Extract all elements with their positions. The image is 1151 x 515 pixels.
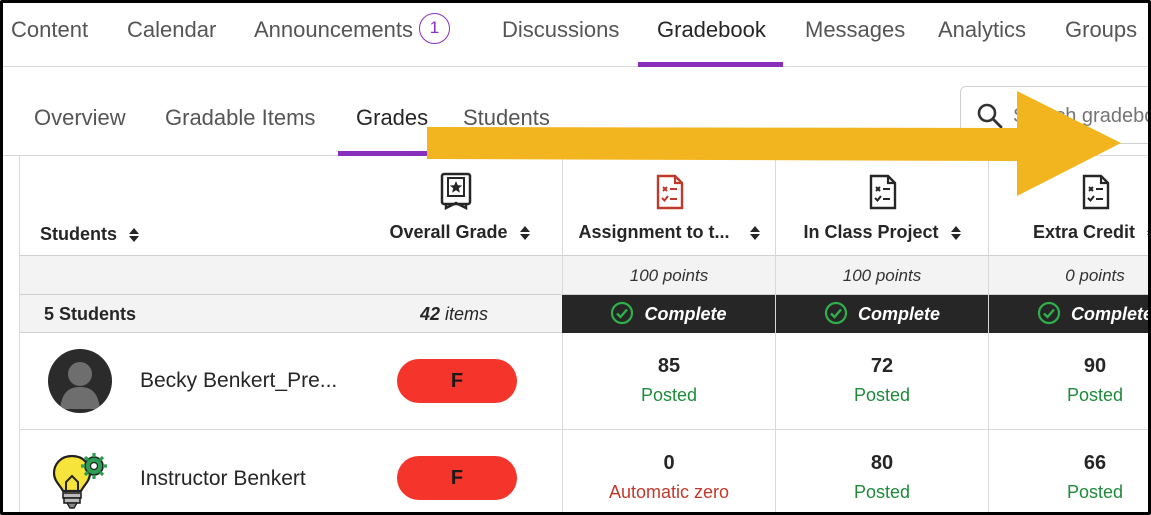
sort-icon xyxy=(749,226,760,241)
table-row: Becky Benkert_Pre... F 85 Posted 72 Post… xyxy=(20,333,1148,430)
points-in-class-project: 100 points xyxy=(775,256,988,295)
students-header-label: Students xyxy=(40,224,118,244)
tab-calendar[interactable]: Calendar xyxy=(127,3,216,67)
status-in-class-project[interactable]: Complete xyxy=(775,295,988,333)
annotation-arrow xyxy=(427,91,1121,196)
status-extra-credit[interactable]: Complete xyxy=(988,295,1151,333)
tab-groups[interactable]: Groups xyxy=(1065,3,1137,67)
overall-grade-pill[interactable]: F xyxy=(397,456,517,500)
grade-status: Posted xyxy=(1066,385,1124,405)
grade-value: 66 xyxy=(1083,452,1107,474)
extra-credit-header-label: Extra Credit xyxy=(1033,222,1136,242)
grade-cell[interactable]: 72 Posted xyxy=(775,333,988,430)
tab-content[interactable]: Content xyxy=(11,3,88,67)
course-top-nav: Content Calendar Announcements 1 Discussi… xyxy=(3,3,1148,67)
status-assignment[interactable]: Complete xyxy=(562,295,775,333)
sort-icon xyxy=(950,226,961,241)
tab-analytics[interactable]: Analytics xyxy=(938,3,1026,67)
sort-icon xyxy=(1147,231,1148,236)
overall-grade-column-header[interactable]: Overall Grade xyxy=(360,222,560,243)
subtab-gradable-items[interactable]: Gradable Items xyxy=(165,68,315,156)
tab-announcements[interactable]: Announcements 1 xyxy=(254,3,450,67)
gradebook-screen: Content Calendar Announcements 1 Discussi… xyxy=(0,0,1151,515)
grade-status: Posted xyxy=(853,482,911,502)
subtab-overview[interactable]: Overview xyxy=(34,68,126,156)
grade-value: 85 xyxy=(657,355,681,377)
grade-value: 72 xyxy=(870,355,894,377)
grade-cell[interactable]: 66 Posted xyxy=(988,430,1148,512)
grade-status: Automatic zero xyxy=(608,482,730,502)
tab-announcements-label: Announcements xyxy=(254,17,413,42)
subtab-grades[interactable]: Grades xyxy=(337,68,441,156)
status-label: Complete xyxy=(1070,304,1151,324)
grade-cell[interactable]: 90 Posted xyxy=(988,333,1148,430)
tab-gradebook[interactable]: Gradebook xyxy=(638,3,783,67)
points-extra-credit: 0 points xyxy=(988,256,1148,295)
grade-cell[interactable]: 0 Automatic zero xyxy=(562,430,775,512)
students-column-header[interactable]: Students xyxy=(40,224,140,245)
overall-grade-pill[interactable]: F xyxy=(397,359,517,403)
grade-value: 80 xyxy=(870,452,894,474)
grade-value: 90 xyxy=(1083,355,1107,377)
grade-status: Posted xyxy=(1066,482,1124,502)
summary-row: 5 Students 42 items Complete Complete Co… xyxy=(20,295,1151,333)
tab-messages[interactable]: Messages xyxy=(805,3,905,67)
person-avatar xyxy=(48,349,112,413)
table-row: Instructor Benkert F 0 Automatic zero 80… xyxy=(20,430,1148,512)
items-count: 42 items xyxy=(420,295,488,333)
student-count: 5 Students xyxy=(44,304,137,324)
student-name[interactable]: Becky Benkert_Pre... xyxy=(140,369,337,393)
status-label: Complete xyxy=(644,304,727,324)
tab-discussions[interactable]: Discussions xyxy=(502,3,619,67)
grades-grid: Students Overall Grade Assignment to t..… xyxy=(19,156,1151,512)
student-name[interactable]: Instructor Benkert xyxy=(140,467,306,491)
grade-status: Posted xyxy=(853,385,911,405)
lightbulb-gear-avatar xyxy=(46,448,112,512)
grade-value: 0 xyxy=(663,452,675,474)
assignment-header-label: Assignment to t... xyxy=(578,222,730,242)
announcements-count-badge: 1 xyxy=(419,12,450,44)
items-count-number: 42 xyxy=(420,304,441,324)
sort-icon xyxy=(129,228,140,243)
points-row: 100 points 100 points 0 points xyxy=(20,256,1148,295)
grade-cell[interactable]: 80 Posted xyxy=(775,430,988,512)
status-label: Complete xyxy=(857,304,940,324)
grade-cell[interactable]: 85 Posted xyxy=(562,333,775,430)
points-assignment: 100 points xyxy=(562,256,775,295)
check-circle-icon xyxy=(611,302,634,325)
check-circle-icon xyxy=(824,302,848,325)
items-count-label: items xyxy=(445,304,489,324)
check-circle-icon xyxy=(1037,302,1061,325)
in-class-project-header-label: In Class Project xyxy=(803,222,939,242)
sort-icon xyxy=(519,226,530,241)
grade-status: Posted xyxy=(640,385,698,405)
overall-grade-header-label: Overall Grade xyxy=(389,222,508,242)
